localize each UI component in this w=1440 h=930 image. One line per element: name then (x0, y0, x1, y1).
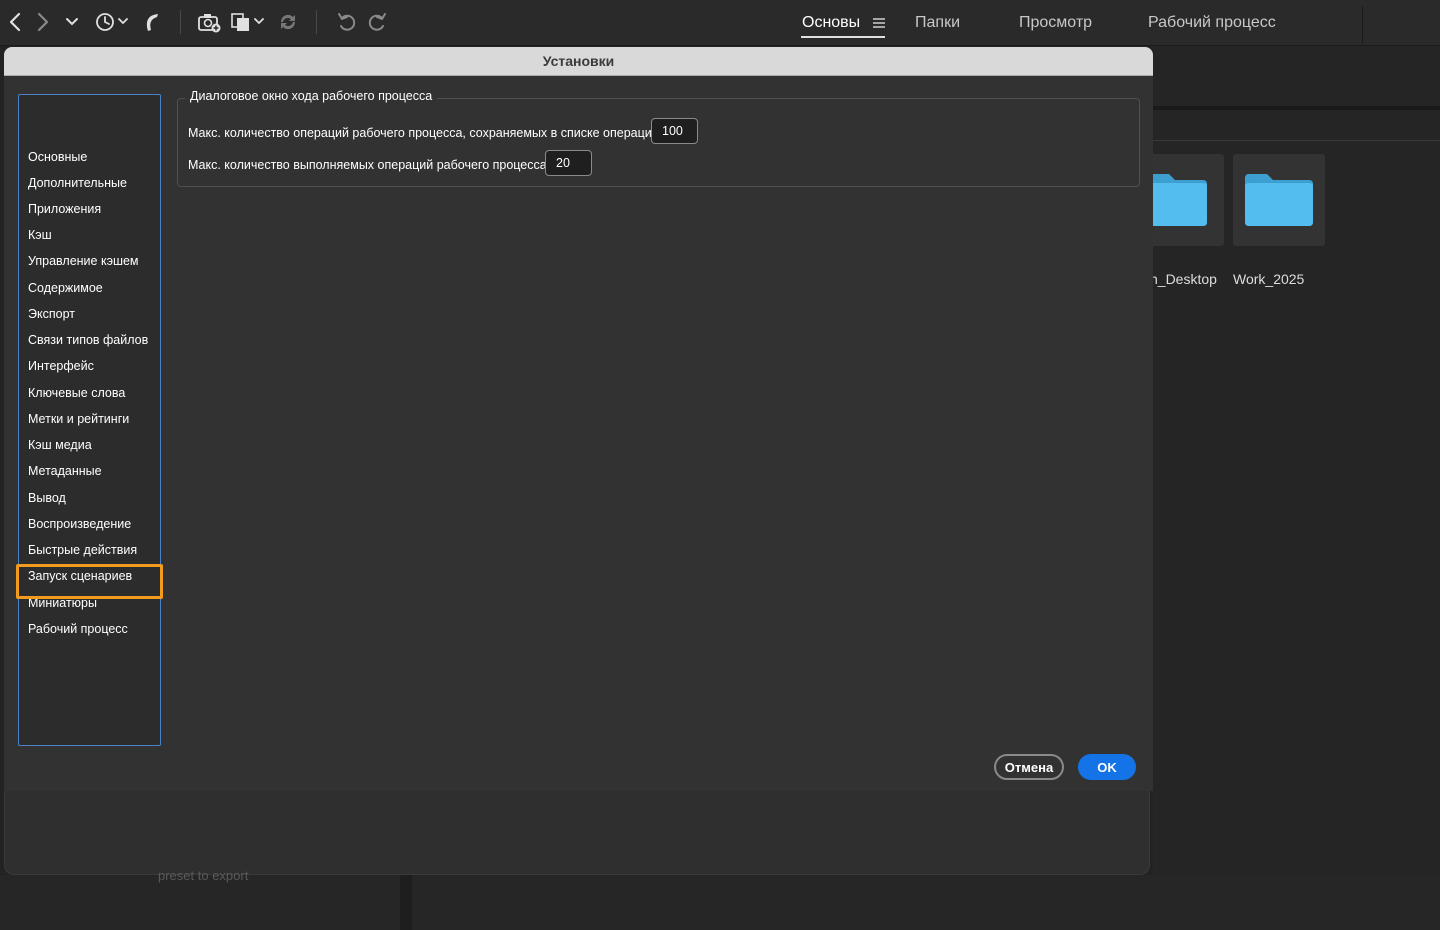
back-icon[interactable] (4, 8, 26, 36)
dialog-title: Установки (4, 47, 1153, 76)
toolbar-separator (1362, 6, 1363, 44)
copy-stack-icon[interactable] (230, 8, 268, 36)
group-title: Диалоговое окно хода рабочего процесса (185, 89, 438, 103)
category-output[interactable]: Вывод (28, 487, 66, 509)
camera-import-icon[interactable] (196, 8, 222, 36)
active-tab-underline (801, 36, 885, 38)
folder-icon (1245, 174, 1313, 226)
workspace-tab-label: Рабочий процесс (1148, 14, 1276, 31)
undo-icon[interactable] (334, 8, 360, 36)
folder-label[interactable]: Work_2025 (1233, 271, 1304, 287)
category-advanced[interactable]: Дополнительные (28, 172, 127, 194)
category-list[interactable]: Основные Дополнительные Приложения Кэш У… (18, 94, 161, 746)
workspace-tab-essentials[interactable]: Основы (802, 0, 860, 46)
workspace-tab-label: Просмотр (1019, 14, 1093, 31)
preferences-dialog: Установки Основные Дополнительные Прилож… (4, 47, 1153, 791)
max-saved-operations-label: Макс. количество операций рабочего проце… (188, 126, 659, 140)
dialog-backdrop (4, 790, 1150, 875)
pane-divider (1153, 106, 1440, 110)
category-quick-actions[interactable]: Быстрые действия (28, 539, 137, 561)
pane-divider (1153, 140, 1440, 141)
export-hint: preset to export (158, 868, 249, 883)
workspace-tab-label: Папки (915, 14, 960, 31)
max-saved-operations-input[interactable] (651, 118, 698, 144)
redo-icon[interactable] (364, 8, 390, 36)
app-toolbar: Основы Папки Просмотр Рабочий процесс (0, 0, 1440, 46)
category-metadata[interactable]: Метаданные (28, 460, 102, 482)
workspace-tab-folders[interactable]: Папки (915, 0, 960, 46)
category-workflow[interactable]: Рабочий процесс (28, 618, 128, 640)
category-keywords[interactable]: Ключевые слова (28, 382, 125, 404)
chevron-down-icon[interactable] (62, 8, 82, 36)
category-media-cache[interactable]: Кэш медиа (28, 434, 92, 456)
boomerang-icon[interactable] (140, 8, 164, 36)
folder-label[interactable]: h_Desktop (1150, 271, 1217, 287)
category-cache-management[interactable]: Управление кэшем (28, 250, 139, 272)
sync-icon[interactable] (276, 8, 300, 36)
folder-thumbnail[interactable] (1233, 154, 1325, 246)
max-running-operations-input[interactable] (545, 150, 592, 176)
folder-icon (1149, 174, 1207, 226)
workspace-tab-review[interactable]: Просмотр (1019, 0, 1092, 46)
category-file-type-associations[interactable]: Связи типов файлов (28, 329, 148, 351)
max-running-operations-label: Макс. количество выполняемых операций ра… (188, 158, 547, 172)
bottom-panel (0, 875, 1440, 930)
toolbar-separator (180, 10, 181, 34)
ok-button[interactable]: OK (1078, 754, 1136, 780)
workspace-tab-workflow[interactable]: Рабочий процесс (1148, 0, 1276, 46)
category-content[interactable]: Содержимое (28, 277, 103, 299)
category-general[interactable]: Основные (28, 146, 87, 168)
workspace-menu-icon[interactable] (870, 9, 888, 37)
category-interface[interactable]: Интерфейс (28, 355, 94, 377)
category-labels-ratings[interactable]: Метки и рейтинги (28, 408, 129, 430)
panel-divider (400, 875, 412, 930)
category-export[interactable]: Экспорт (28, 303, 75, 325)
category-applications[interactable]: Приложения (28, 198, 101, 220)
toolbar-separator (316, 10, 317, 34)
forward-icon[interactable] (32, 8, 54, 36)
history-icon[interactable] (92, 8, 132, 36)
category-playback[interactable]: Воспроизведение (28, 513, 131, 535)
category-cache[interactable]: Кэш (28, 224, 52, 246)
selected-category-highlight (16, 564, 163, 599)
cancel-button[interactable]: Отмена (994, 754, 1064, 780)
workspace-tab-label: Основы (802, 14, 861, 31)
